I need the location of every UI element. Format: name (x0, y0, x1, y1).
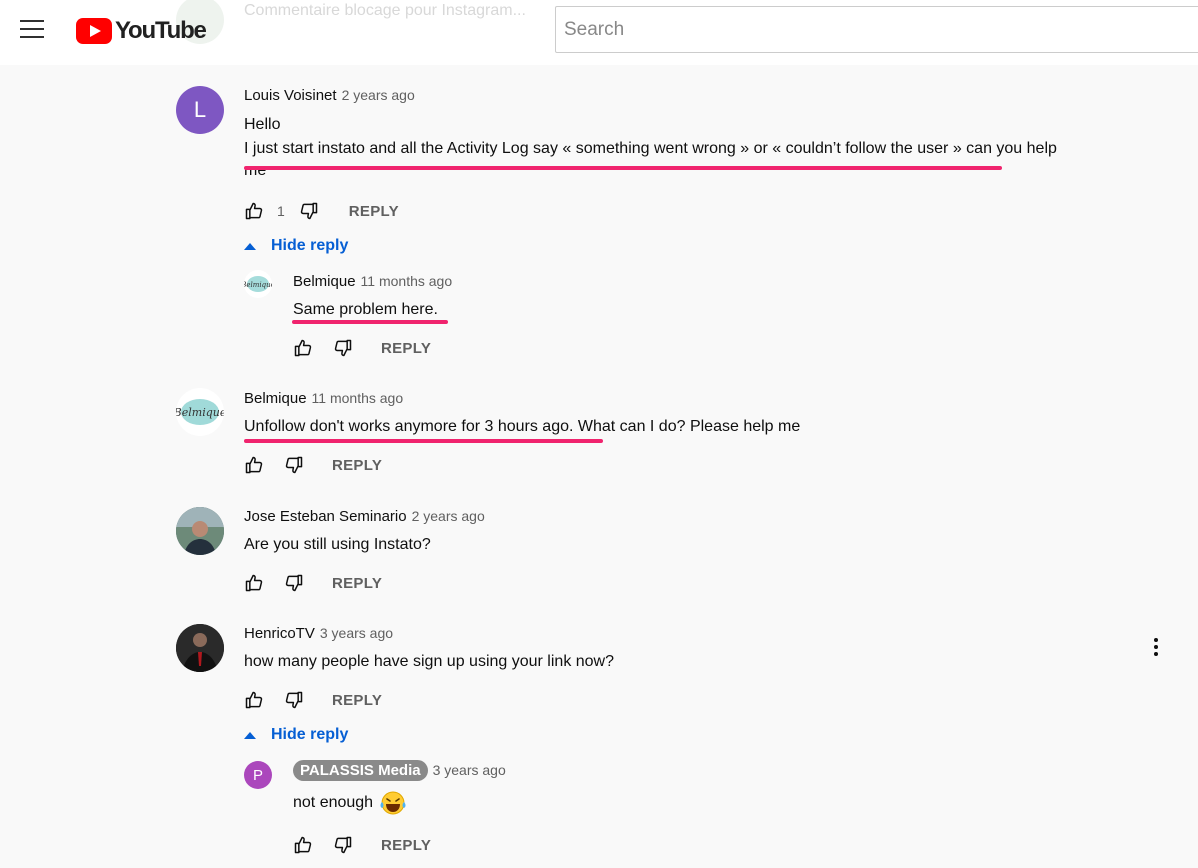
comment-time[interactable]: 11 months ago (312, 390, 404, 406)
comment-header: Belmique 11 months ago (244, 390, 403, 408)
comment-text-line: Hello (244, 116, 281, 133)
comment-time[interactable]: 11 months ago (361, 273, 453, 289)
like-icon[interactable] (244, 690, 264, 710)
search-input[interactable] (555, 6, 1198, 53)
avatar[interactable]: P (244, 761, 272, 789)
youtube-logo[interactable]: YouTube (76, 16, 207, 46)
comment-actions: 1 REPLY (244, 198, 399, 224)
reply-button[interactable]: REPLY (332, 457, 382, 474)
hamburger-menu-icon[interactable] (20, 20, 44, 38)
comment-text: Hello I just start instato and all the A… (244, 113, 1134, 183)
channel-owner-badge[interactable]: PALASSIS Media (293, 760, 428, 781)
face-with-tears-of-joy-icon (380, 791, 406, 815)
like-icon[interactable] (244, 455, 264, 475)
belmique-logo-icon: Belmique (244, 276, 272, 292)
comment-author[interactable]: Belmique (244, 390, 307, 407)
caret-up-icon (244, 242, 256, 250)
dislike-icon[interactable] (284, 573, 304, 593)
top-bar: Commentaire blocage pour Instagram... Yo… (0, 0, 1198, 65)
avatar[interactable]: Belmique (244, 270, 272, 298)
dislike-icon[interactable] (333, 835, 353, 855)
avatar[interactable]: L (176, 86, 224, 134)
dislike-icon[interactable] (284, 690, 304, 710)
like-icon[interactable] (244, 573, 264, 593)
comment-author[interactable]: HenricoTV (244, 625, 315, 642)
comment-actions: REPLY (293, 335, 431, 361)
hide-reply-button[interactable]: Hide reply (244, 237, 348, 255)
dislike-icon[interactable] (299, 201, 319, 221)
comment-header: HenricoTV 3 years ago (244, 625, 393, 643)
hide-reply-button[interactable]: Hide reply (244, 726, 348, 744)
comment-time[interactable]: 3 years ago (433, 762, 506, 778)
comment-text: how many people have sign up using your … (244, 653, 615, 670)
comment-text: Same problem here. (293, 301, 438, 318)
comment-time[interactable]: 3 years ago (320, 625, 393, 641)
dislike-icon[interactable] (284, 455, 304, 475)
reply-button[interactable]: REPLY (381, 340, 431, 357)
svg-text:Belmique: Belmique (176, 406, 224, 419)
comment-header: PALASSIS Media 3 years ago (293, 760, 506, 781)
avatar-letter: L (193, 97, 207, 122)
belmique-logo-icon: Belmique (176, 399, 224, 425)
like-icon[interactable] (293, 338, 313, 358)
reply-button[interactable]: REPLY (381, 837, 431, 854)
comment-author[interactable]: Jose Esteban Seminario (244, 508, 407, 525)
profile-photo-icon (176, 624, 224, 672)
comment-actions: REPLY (244, 687, 382, 713)
comment-header: Louis Voisinet 2 years ago (244, 87, 415, 105)
ghost-comment-text: Commentaire blocage pour Instagram... (244, 2, 526, 19)
caret-up-icon (244, 731, 256, 739)
comment-time[interactable]: 2 years ago (412, 508, 485, 524)
avatar[interactable] (176, 507, 224, 555)
comment-text-line: I just start instato and all the Activit… (244, 140, 1057, 157)
comment-author[interactable]: Belmique (293, 273, 356, 290)
more-options-icon[interactable] (1154, 638, 1158, 659)
hide-reply-label: Hide reply (271, 726, 349, 743)
comment-actions: REPLY (244, 570, 382, 596)
reply-button[interactable]: REPLY (332, 692, 382, 709)
svg-text:Belmique: Belmique (244, 281, 272, 289)
like-icon[interactable] (244, 201, 264, 221)
comment-text: Unfollow don't works anymore for 3 hours… (244, 418, 801, 435)
comment-text-body: not enough (293, 794, 374, 811)
annotation-underline (244, 439, 603, 443)
comment-actions: REPLY (293, 832, 431, 858)
dislike-icon[interactable] (333, 338, 353, 358)
avatar[interactable] (176, 624, 224, 672)
annotation-underline (244, 166, 1002, 170)
comment-text: Are you still using Instato? (244, 536, 431, 553)
hide-reply-label: Hide reply (271, 237, 349, 254)
annotation-underline (292, 320, 448, 324)
comment-text-line: me (244, 162, 267, 179)
reply-button[interactable]: REPLY (349, 203, 399, 220)
comment-time[interactable]: 2 years ago (342, 87, 415, 103)
avatar-letter: P (252, 766, 263, 784)
comment-text: not enough (293, 790, 407, 816)
comment-author[interactable]: Louis Voisinet (244, 87, 337, 104)
comment-actions: REPLY (244, 452, 382, 478)
reply-button[interactable]: REPLY (332, 575, 382, 592)
youtube-play-icon (76, 18, 112, 44)
avatar[interactable]: Belmique (176, 388, 224, 436)
comment-header: Belmique 11 months ago (293, 273, 452, 291)
logo-text: YouTube (115, 17, 207, 44)
comment-header: Jose Esteban Seminario 2 years ago (244, 508, 485, 526)
profile-photo-icon (176, 507, 224, 555)
like-icon[interactable] (293, 835, 313, 855)
like-count: 1 (277, 203, 285, 219)
